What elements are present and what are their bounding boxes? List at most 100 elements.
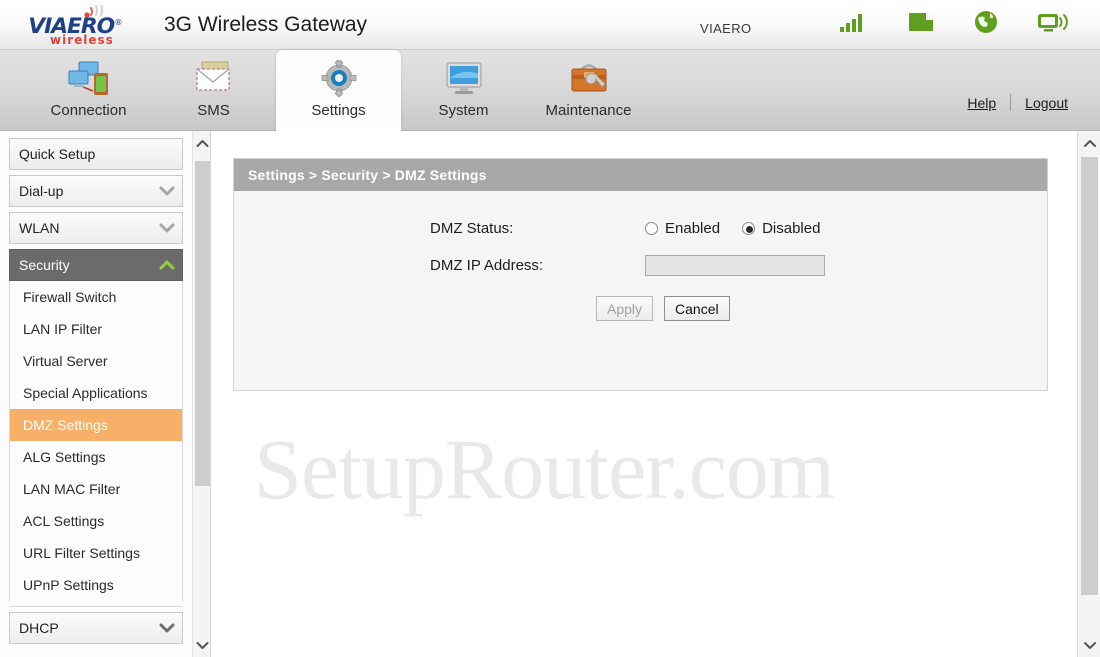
sidebar-scroll-down-button[interactable] (193, 633, 212, 657)
sidebar-item-label: URL Filter Settings (23, 545, 140, 561)
tab-label: Maintenance (545, 102, 632, 119)
tab-label: SMS (197, 102, 230, 119)
page-scroll-thumb[interactable] (1081, 157, 1098, 595)
monitor-icon (441, 59, 487, 99)
sidebar-item-special-applications[interactable]: Special Applications (10, 377, 182, 409)
dmz-ip-input[interactable] (645, 255, 825, 276)
sidebar-item-label: LAN IP Filter (23, 321, 103, 337)
apply-button[interactable]: Apply (596, 296, 654, 321)
tab-sms[interactable]: SMS (151, 50, 276, 131)
sidebar-item-alg-settings[interactable]: ALG Settings (10, 441, 182, 473)
dmz-ip-row: DMZ IP Address: (430, 255, 825, 276)
page-title: 3G Wireless Gateway (164, 12, 368, 36)
sidebar-item-lan-ip-filter[interactable]: LAN IP Filter (10, 313, 182, 345)
signal-bars-icon (840, 14, 862, 32)
sidebar-item-dial-up[interactable]: Dial-up (9, 175, 183, 207)
sidebar-item-quick-setup[interactable]: Quick Setup (9, 138, 183, 170)
carrier-label: VIAERO (700, 21, 752, 36)
chevron-up-icon (196, 139, 209, 147)
dmz-enabled-radio[interactable]: Enabled (645, 220, 720, 237)
header-link-group: Help Logout (967, 94, 1068, 111)
sidebar-item-security[interactable]: Security (9, 249, 183, 281)
chevron-down-icon (1083, 641, 1096, 649)
sidebar-scroll-thumb[interactable] (195, 161, 210, 486)
gear-icon (318, 59, 360, 99)
sidebar-item-label: ACL Settings (23, 513, 105, 529)
sidebar-item-acl-settings[interactable]: ACL Settings (10, 505, 182, 537)
tab-connection[interactable]: Connection (26, 50, 151, 131)
chevron-down-icon (159, 223, 175, 233)
radio-indicator (645, 222, 658, 235)
logout-link[interactable]: Logout (1025, 95, 1068, 111)
sidebar-nav: Quick Setup Dial-up WLAN Security Firewa… (0, 131, 192, 657)
sidebar-item-lan-mac-filter[interactable]: LAN MAC Filter (10, 473, 182, 505)
tab-list: Connection SMS Settings System Maintenan… (26, 50, 651, 131)
sidebar-group-label: Quick Setup (19, 146, 96, 162)
sidebar-item-dhcp[interactable]: DHCP (9, 612, 183, 644)
sidebar-item-virtual-server[interactable]: Virtual Server (10, 345, 182, 377)
dmz-settings-card: Settings > Security > DMZ Settings DMZ S… (233, 158, 1048, 391)
sidebar-item-label: UPnP Settings (23, 577, 114, 593)
page-scroll-down-button[interactable] (1078, 633, 1100, 657)
main-content: SetupRouter.com Settings > Security > DM… (212, 131, 1077, 657)
sidebar-item-wlan[interactable]: WLAN (9, 212, 183, 244)
status-icon-group (840, 10, 1068, 34)
sidebar-group-label: Security (19, 257, 70, 273)
page-scroll-up-button[interactable] (1078, 131, 1100, 155)
tab-label: Settings (311, 102, 366, 119)
dmz-form: DMZ Status: Enabled Disabled DMZ IP Addr… (234, 191, 1047, 391)
toolbox-wrench-icon (566, 59, 612, 99)
sidebar-item-label: Special Applications (23, 385, 148, 401)
body-area: Quick Setup Dial-up WLAN Security Firewa… (0, 131, 1100, 657)
dmz-disabled-label: Disabled (762, 220, 821, 237)
chevron-down-icon (159, 623, 175, 633)
main-navigation: Connection SMS Settings System Maintenan… (0, 50, 1100, 131)
form-button-row: Apply Cancel (596, 296, 730, 321)
router-admin-page: VIAERO® wireless 3G Wireless Gateway VIA… (0, 0, 1100, 657)
watermark: SetupRouter.com (254, 421, 835, 517)
sidebar-scrollbar[interactable] (192, 131, 211, 657)
sidebar-item-dmz-settings[interactable]: DMZ Settings (10, 409, 182, 441)
radio-indicator-selected (742, 222, 756, 235)
envelope-icon (191, 59, 237, 99)
help-link[interactable]: Help (967, 95, 996, 111)
page-scrollbar[interactable] (1077, 131, 1100, 657)
page-header: VIAERO® wireless 3G Wireless Gateway VIA… (0, 0, 1100, 50)
dmz-status-label: DMZ Status: (430, 220, 514, 237)
chevron-up-icon (159, 260, 175, 270)
sidebar-group-label: DHCP (19, 620, 59, 636)
submenu-end-divider (9, 601, 183, 607)
sidebar-group-label: WLAN (19, 220, 60, 236)
tab-label: Connection (50, 102, 127, 119)
viaero-logo: VIAERO® wireless (28, 4, 148, 47)
globe-icon (975, 11, 997, 33)
chevron-down-icon (196, 641, 209, 649)
sidebar-item-firewall-switch[interactable]: Firewall Switch (10, 281, 182, 313)
network-computers-icon (66, 59, 112, 99)
wireless-monitor-icon (1038, 14, 1068, 32)
dmz-disabled-radio[interactable]: Disabled (742, 220, 820, 237)
tab-settings[interactable]: Settings (276, 50, 401, 131)
tab-label: System (438, 102, 489, 119)
sidebar-item-label: Firewall Switch (23, 289, 117, 305)
cancel-button[interactable]: Cancel (664, 296, 730, 321)
sidebar-item-label: ALG Settings (23, 449, 106, 465)
registered-mark: ® (114, 17, 122, 27)
dmz-ip-label: DMZ IP Address: (430, 257, 544, 274)
chevron-up-icon (1083, 139, 1096, 147)
sidebar-item-upnp-settings[interactable]: UPnP Settings (10, 569, 182, 601)
breadcrumb: Settings > Security > DMZ Settings (234, 159, 1047, 191)
link-divider (1010, 94, 1012, 111)
dmz-enabled-label: Enabled (665, 220, 721, 237)
sidebar-security-submenu: Firewall Switch LAN IP Filter Virtual Se… (9, 281, 183, 601)
dmz-status-row: DMZ Status: Enabled Disabled (430, 220, 842, 237)
sidebar-item-label: LAN MAC Filter (23, 481, 121, 497)
sidebar-group-label: Dial-up (19, 183, 64, 199)
tab-system[interactable]: System (401, 50, 526, 131)
sidebar-scroll-up-button[interactable] (193, 131, 212, 155)
tab-maintenance[interactable]: Maintenance (526, 50, 651, 131)
chevron-down-icon (159, 186, 175, 196)
sidebar-item-label: DMZ Settings (23, 417, 108, 433)
sidebar-item-label: Virtual Server (23, 353, 108, 369)
sidebar-item-url-filter-settings[interactable]: URL Filter Settings (10, 537, 182, 569)
